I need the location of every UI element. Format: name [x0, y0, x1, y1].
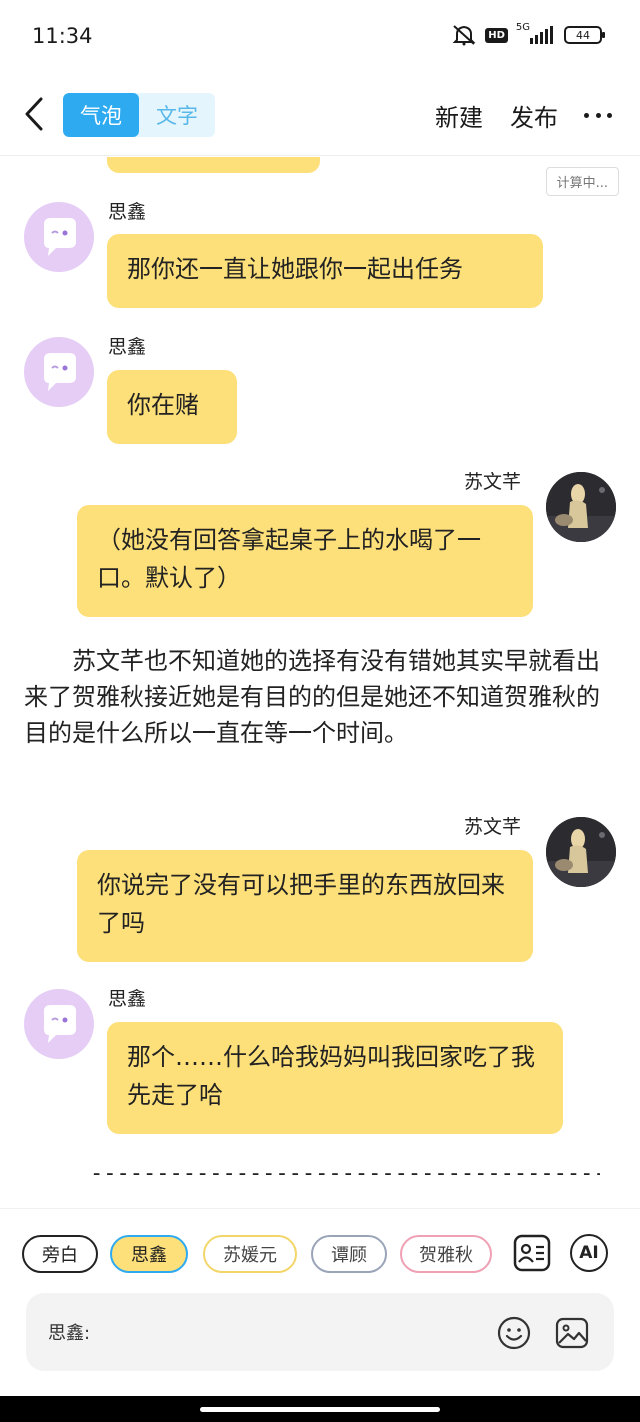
chat-area[interactable]: 计算中... 思鑫 那你还一直让她跟你一起出任务 思鑫 你在赌 苏文芊 （她没有…: [0, 157, 640, 1207]
status-time: 11:34: [32, 24, 93, 48]
sender-name: 思鑫: [108, 336, 147, 358]
chevron-left-icon: [25, 97, 43, 131]
tab-bubble[interactable]: 气泡: [63, 93, 139, 137]
chat-bubble-face-icon: [44, 218, 76, 256]
input-speaker-prefix: 思鑫:: [48, 1323, 91, 1344]
battery-icon: 44: [564, 26, 605, 44]
publish-button[interactable]: 发布: [510, 98, 558, 133]
mute-icon: [451, 24, 477, 46]
role-chip-suyuanyuan[interactable]: 苏媛元: [203, 1235, 297, 1273]
emoji-icon[interactable]: [496, 1315, 532, 1351]
message-input[interactable]: [106, 1313, 486, 1349]
input-box: 思鑫:: [26, 1293, 614, 1371]
role-chip-sixin[interactable]: 思鑫: [110, 1235, 188, 1273]
home-indicator: [0, 1396, 640, 1422]
message-bubble[interactable]: （她没有回答拿起桌子上的水喝了一口。默认了）: [77, 505, 533, 617]
avatar-photo: [546, 817, 616, 887]
avatar-photo: [546, 472, 616, 542]
narration-text[interactable]: 苏文芊也不知道她的选择有没有错她其实早就看出来了贺雅秋接近她是有目的的但是她还不…: [24, 643, 618, 751]
bottom-panel: 旁白 思鑫 苏媛元 谭顾 贺雅秋 AI 思鑫:: [0, 1208, 640, 1422]
character-card-button[interactable]: [512, 1233, 552, 1273]
role-chip-tangu[interactable]: 谭顾: [311, 1235, 387, 1273]
message-bubble[interactable]: 那个……什么哈我妈妈叫我回家吃了我先走了哈: [107, 1022, 563, 1134]
back-button[interactable]: [18, 94, 50, 134]
avatar-sixin[interactable]: [24, 202, 94, 272]
sender-name: 苏文芊: [464, 471, 522, 493]
avatar-sixin[interactable]: [24, 337, 94, 407]
ai-button[interactable]: AI: [570, 1234, 608, 1272]
image-icon[interactable]: [554, 1315, 590, 1351]
avatar-sixin[interactable]: [24, 989, 94, 1059]
sender-name: 思鑫: [108, 988, 147, 1010]
signal-icon: 5G: [516, 22, 556, 44]
calc-badge: 计算中...: [545, 167, 619, 196]
sender-name: 苏文芊: [464, 816, 522, 838]
top-bar: 气泡 文字 新建 发布: [0, 76, 640, 156]
home-bar[interactable]: [200, 1407, 440, 1412]
message-bubble[interactable]: 你说完了没有可以把手里的东西放回来了吗: [77, 850, 533, 962]
message-bubble[interactable]: 那你还一直让她跟你一起出任务: [107, 234, 543, 308]
new-button[interactable]: 新建: [435, 98, 483, 133]
status-icons: HD 5G 44: [451, 22, 605, 46]
tab-text[interactable]: 文字: [139, 93, 215, 137]
network-label: 5G: [515, 21, 530, 33]
role-chip-heyaqiu[interactable]: 贺雅秋: [400, 1235, 492, 1273]
character-card-icon: [513, 1234, 551, 1272]
chat-bubble-face-icon: [44, 1005, 76, 1043]
mode-toggle: 气泡 文字: [63, 93, 215, 137]
avatar-suwenqian[interactable]: [546, 472, 616, 542]
partial-message-bubble: [107, 157, 320, 173]
divider-line: ----------------------------------------: [90, 1161, 600, 1186]
message-bubble[interactable]: 你在赌: [107, 370, 237, 444]
sender-name: 思鑫: [108, 201, 147, 223]
avatar-suwenqian[interactable]: [546, 817, 616, 887]
chat-bubble-face-icon: [44, 353, 76, 391]
more-horizontal-icon[interactable]: [584, 100, 612, 130]
status-bar: 11:34 HD 5G 44: [0, 0, 640, 76]
role-chip-narrator[interactable]: 旁白: [22, 1235, 98, 1273]
hd-icon: HD: [485, 27, 508, 43]
